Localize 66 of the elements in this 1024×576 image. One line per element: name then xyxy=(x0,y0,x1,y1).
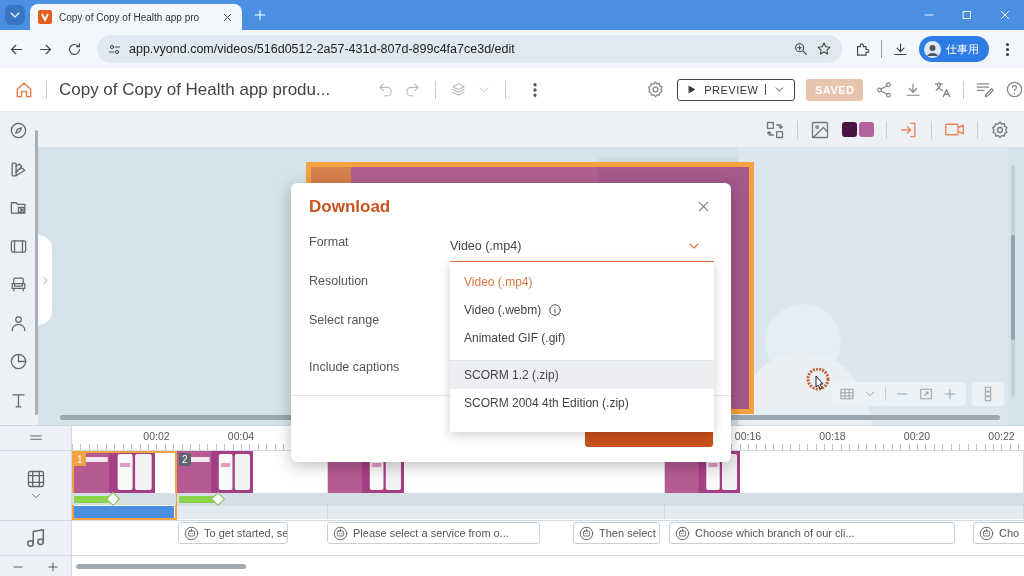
app-favicon-icon xyxy=(38,10,52,24)
field-label: Select range xyxy=(309,313,380,327)
format-option[interactable]: Animated GIF (.gif) xyxy=(450,324,714,352)
reload-icon[interactable] xyxy=(66,40,83,58)
format-option[interactable]: SCORM 1.2 (.zip) xyxy=(450,361,714,389)
fit-screen-icon[interactable] xyxy=(918,386,934,402)
undo-icon[interactable] xyxy=(377,81,395,98)
project-title[interactable]: Copy of Copy of Health app produ... xyxy=(58,79,363,100)
layers-icon[interactable] xyxy=(450,81,468,98)
translate-icon[interactable] xyxy=(933,80,952,99)
time-tick-label: 00:22 xyxy=(987,430,1016,442)
time-tick-label: 00:16 xyxy=(733,430,763,442)
help-icon[interactable] xyxy=(1005,80,1024,99)
scene-clip[interactable] xyxy=(665,451,1024,520)
music-icon[interactable] xyxy=(24,527,47,549)
voice-clip[interactable]: Then select xyxy=(573,522,660,544)
voice-clip[interactable]: Please select a service from o... xyxy=(327,522,540,544)
expand-panel-handle[interactable] xyxy=(38,235,52,325)
share-icon[interactable] xyxy=(875,80,893,99)
settings-icon[interactable] xyxy=(646,80,666,99)
maximize-icon[interactable] xyxy=(960,8,974,22)
scene-number: 2 xyxy=(179,453,191,466)
settings-icon[interactable] xyxy=(990,119,1010,140)
swap-layout-icon[interactable] xyxy=(765,119,785,140)
time-tick-label: 00:20 xyxy=(902,430,932,442)
preview-button[interactable]: PREVIEW xyxy=(677,78,796,101)
image-icon[interactable] xyxy=(810,119,830,140)
address-bar[interactable]: app.vyond.com/videos/516d0512-2a57-431d-807d-899c4fa7ce3d/edit xyxy=(97,35,842,63)
pie-chart-icon[interactable] xyxy=(8,352,28,371)
time-tick-label: 00:02 xyxy=(142,430,171,442)
layout-button[interactable] xyxy=(972,382,1004,406)
grid-icon[interactable] xyxy=(839,386,855,402)
zoom-in-icon[interactable] xyxy=(46,559,61,574)
field-label: Format xyxy=(309,235,349,249)
scene-clip[interactable]: 2 xyxy=(177,451,328,520)
color-swatch[interactable] xyxy=(859,122,874,137)
play-icon xyxy=(686,84,698,95)
voice-icon xyxy=(979,525,994,541)
time-tick-label: 00:18 xyxy=(818,430,847,442)
new-tab-icon[interactable] xyxy=(252,7,268,23)
voice-clip[interactable]: Choose which branch of our cli... xyxy=(669,522,955,544)
star-icon[interactable] xyxy=(816,41,832,57)
film-strip-icon[interactable] xyxy=(25,468,46,489)
compass-icon[interactable] xyxy=(8,121,28,140)
profile-button[interactable]: 仕事用 xyxy=(919,36,989,62)
voice-icon xyxy=(675,525,690,541)
format-option[interactable]: Video (.webm) xyxy=(450,296,714,324)
time-tick-label: 00:04 xyxy=(226,430,256,442)
dialog-title: Download xyxy=(309,197,391,217)
scene-number: 1 xyxy=(74,453,86,466)
field-label: Include captions xyxy=(309,360,400,374)
voice-icon xyxy=(184,525,199,541)
info-icon[interactable] xyxy=(548,303,563,317)
notes-icon[interactable] xyxy=(975,80,994,99)
voice-clip[interactable]: Cho xyxy=(973,522,1024,544)
tab-list-icon[interactable] xyxy=(5,5,25,25)
color-swatch[interactable] xyxy=(842,122,857,137)
field-label: Resolution xyxy=(309,274,369,288)
zoom-icon[interactable] xyxy=(793,41,809,57)
voice-icon xyxy=(333,525,348,541)
voice-icon xyxy=(579,525,594,541)
extensions-icon[interactable] xyxy=(854,40,871,58)
redo-icon[interactable] xyxy=(404,81,422,98)
format-option[interactable]: SCORM 2004 4th Edition (.zip) xyxy=(450,389,714,417)
download-icon[interactable] xyxy=(892,40,909,58)
avatar-icon xyxy=(924,40,941,58)
